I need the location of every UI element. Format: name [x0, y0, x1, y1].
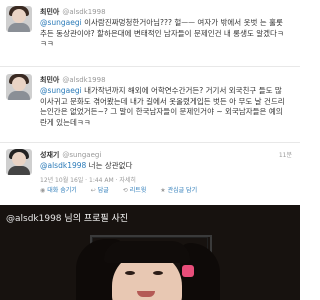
author-handle[interactable]: @sungaegi — [62, 151, 101, 159]
hide-conversation-button[interactable]: ◉ 대화 숨기기 — [40, 187, 83, 194]
favorite-label: 관심글 담기 — [167, 187, 198, 194]
avatar[interactable] — [6, 74, 32, 100]
tweet-timeline: 최민아 @alsdk1998 @sungaegi 이사람진짜멍청한거아님??? 헐… — [0, 0, 300, 205]
reply-button[interactable]: ↩ 답글 — [91, 187, 115, 194]
tweet-item[interactable]: 최민아 @alsdk1998 @sungaegi 이사람진짜멍청한거아님??? 헐… — [0, 0, 300, 66]
tweet-author[interactable]: 최민아 @alsdk1998 — [40, 75, 106, 85]
tweet-author[interactable]: 성재기 @sungaegi — [40, 150, 101, 160]
tweet-timestamp[interactable]: 11분 — [279, 150, 292, 159]
divider — [0, 142, 300, 143]
profile-photo-panel: @alsdk1998 님의 프로필 사진 — [0, 205, 300, 300]
author-handle[interactable]: @alsdk1998 — [62, 8, 105, 16]
photo-caption-text: 님의 프로필 사진 — [61, 214, 129, 224]
hide-conversation-label: 대화 숨기기 — [47, 187, 77, 194]
reply-label: 답글 — [97, 187, 109, 194]
avatar[interactable] — [6, 6, 32, 32]
tweet-item[interactable]: 최민아 @alsdk1998 @sungaegi 내가작년까지 해외에 어학연수간… — [0, 70, 300, 142]
conversation-icon: ◉ — [40, 187, 46, 194]
tweet-actions: ◉ 대화 숨기기 ↩ 답글 ⟲ 리트윗 ★ 관심글 담기 — [40, 185, 209, 194]
favorite-button[interactable]: ★ 관심글 담기 — [160, 187, 203, 194]
avatar[interactable] — [6, 149, 32, 175]
retweet-label: 리트윗 — [129, 187, 147, 194]
tweet-body: 너는 상관없다 — [86, 161, 133, 170]
retweet-icon: ⟲ — [122, 187, 128, 194]
divider — [0, 66, 300, 67]
author-name[interactable]: 성재기 — [40, 151, 59, 159]
author-name[interactable]: 최민아 — [40, 76, 59, 84]
tweet-text: @sungaegi 내가작년까지 해외에 어학연수간거든? 거기서 외국친구 들… — [40, 86, 285, 128]
author-name[interactable]: 최민아 — [40, 8, 59, 16]
tweet-author[interactable]: 최민아 @alsdk1998 — [40, 7, 106, 17]
star-icon: ★ — [160, 187, 166, 194]
retweet-button[interactable]: ⟲ 리트윗 — [123, 187, 153, 194]
mention-link[interactable]: @sungaegi — [40, 18, 82, 27]
mention-link[interactable]: @alsdk1998 — [40, 161, 86, 170]
reply-icon: ↩ — [90, 187, 96, 194]
tweet-text: @sungaegi 이사람진짜멍청한거아님??? 헐ㅡㅡ 여자가 밖에서 옷벗 … — [40, 18, 285, 50]
tweet-text: @alsdk1998 너는 상관없다 — [40, 161, 285, 172]
mention-link[interactable]: @sungaegi — [40, 86, 82, 95]
photo-caption: @alsdk1998 님의 프로필 사진 — [6, 211, 128, 224]
author-handle[interactable]: @alsdk1998 — [62, 76, 105, 84]
photo-caption-handle: @alsdk1998 — [6, 214, 62, 224]
tweet-item[interactable]: 성재기 @sungaegi 11분 @alsdk1998 너는 상관없다 12년 … — [0, 145, 300, 205]
tweet-meta: 12년 10월 16일 · 1:44 AM · 자세히 — [40, 177, 136, 184]
